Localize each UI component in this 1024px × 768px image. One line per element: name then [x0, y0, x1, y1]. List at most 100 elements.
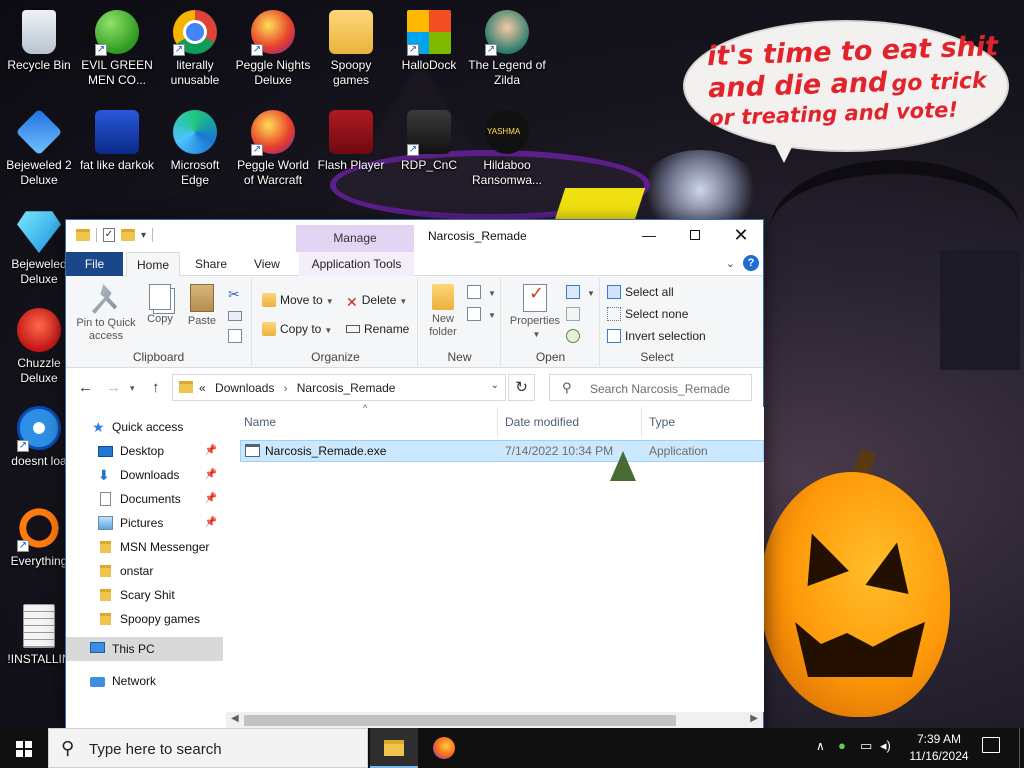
volume-icon[interactable]: ◂)	[880, 738, 891, 754]
horizontal-scrollbar[interactable]: ◀ ▶	[226, 712, 763, 729]
desktop-icon-label: literally unusable	[170, 58, 220, 87]
nav-item-pictures[interactable]: Pictures 📌	[66, 511, 223, 535]
scroll-right-icon[interactable]: ▶	[750, 713, 758, 724]
desktop-icon-rdp-cnc[interactable]: ↗ RDP_CnC	[390, 104, 468, 173]
tab-home[interactable]: Home	[126, 252, 181, 277]
maximize-button[interactable]	[672, 220, 718, 252]
rename-button[interactable]: Rename	[346, 319, 409, 339]
desktop-icon-bejeweled-2[interactable]: Bejeweled 2 Deluxe	[0, 104, 78, 188]
open-button[interactable]: ▼	[566, 282, 595, 302]
taskbar-search-input[interactable]: Type here to search	[89, 741, 222, 758]
breadcrumb-downloads[interactable]: Downloads	[215, 381, 274, 395]
customize-toolbar-icon[interactable]: ▾	[141, 230, 146, 241]
copy-button[interactable]: Copy	[142, 284, 178, 326]
nav-item-quick-access[interactable]: ★ Quick access	[66, 415, 223, 439]
pin-to-quick-access-button[interactable]: Pin to Quick access	[72, 284, 140, 343]
breadcrumb-overflow[interactable]: «	[199, 381, 206, 395]
desktop-icon-legend-of-zilda[interactable]: ↗ The Legend of Zilda	[468, 4, 546, 88]
desktop-icon-spoopy-games[interactable]: Spoopy games	[312, 4, 390, 88]
tab-share[interactable]: Share	[185, 252, 237, 276]
properties-quick-icon[interactable]: ✓	[103, 228, 115, 242]
cut-button[interactable]: ✂	[228, 282, 246, 302]
move-to-button[interactable]: Move to ▼	[262, 290, 334, 310]
help-icon[interactable]: ?	[743, 255, 759, 271]
close-button[interactable]: ✕	[718, 220, 764, 252]
title-bar[interactable]: ✓ ▾ Manage Narcosis_Remade — ✕	[66, 220, 763, 252]
delete-button[interactable]: ✕ Delete ▼	[346, 290, 407, 310]
history-button[interactable]	[566, 326, 584, 346]
desktop-icon-hallodock[interactable]: ↗ HalloDock	[390, 4, 468, 73]
column-header-type[interactable]: Type	[642, 407, 764, 437]
desktop-icon-chrome[interactable]: ↗ literally unusable	[156, 4, 234, 88]
taskbar-firefox[interactable]	[420, 728, 468, 768]
properties-button[interactable]: Properties ▼	[506, 284, 564, 341]
nav-item-downloads[interactable]: ⬇ Downloads 📌	[66, 463, 223, 487]
nav-item-spoopy-games[interactable]: Spoopy games	[66, 607, 223, 631]
copy-path-button[interactable]	[228, 304, 246, 324]
new-folder-button[interactable]: New folder	[423, 284, 463, 339]
paste-shortcut-button[interactable]	[228, 326, 246, 346]
table-row[interactable]: Narcosis_Remade.exe 7/14/2022 10:34 PM A…	[240, 440, 764, 462]
search-input[interactable]: Search Narcosis_Remade	[590, 382, 730, 396]
invert-selection-button[interactable]: Invert selection	[607, 326, 706, 346]
search-box[interactable]: ⚲ Search Narcosis_Remade	[549, 374, 752, 401]
breadcrumb-narcosis-remade[interactable]: Narcosis_Remade	[297, 381, 396, 395]
nav-item-onstar[interactable]: onstar	[66, 559, 223, 583]
ribbon: Pin to Quick access Copy Paste ✂ Clipboa…	[66, 276, 763, 368]
nav-item-msn-messenger[interactable]: MSN Messenger	[66, 535, 223, 559]
refresh-button[interactable]: ↻	[508, 374, 535, 401]
copy-to-button[interactable]: Copy to ▼	[262, 319, 332, 339]
notifications-icon[interactable]	[982, 737, 1000, 753]
recent-locations-icon[interactable]: ▾	[130, 383, 135, 394]
desktop-icon-hildaboo[interactable]: YASHMA Hildaboo Ransomwa...	[468, 104, 546, 188]
select-all-button[interactable]: Select all	[607, 282, 674, 302]
tab-file[interactable]: File	[66, 252, 123, 276]
desktop-icon-peggle-wow[interactable]: ↗ Peggle World of Warcraft	[234, 104, 312, 188]
properties-label: Properties	[509, 315, 561, 327]
address-dropdown-icon[interactable]: ⌄	[491, 380, 499, 391]
nav-item-documents[interactable]: Documents 📌	[66, 487, 223, 511]
scrollbar-thumb[interactable]	[244, 715, 676, 726]
paste-button[interactable]: Paste	[184, 284, 220, 328]
chevron-down-icon: ▼	[324, 326, 333, 335]
taskbar-file-explorer[interactable]	[370, 728, 418, 768]
tab-manage[interactable]: Manage	[296, 225, 414, 252]
new-folder-quick-icon[interactable]	[121, 229, 135, 241]
start-button[interactable]	[0, 728, 48, 768]
edit-button[interactable]	[566, 304, 584, 324]
desktop-icon-peggle-nights[interactable]: ↗ Peggle Nights Deluxe	[234, 4, 312, 88]
back-arrow-icon[interactable]: ←	[78, 379, 93, 396]
column-header-name[interactable]: Name	[236, 407, 498, 437]
select-none-button[interactable]: Select none	[607, 304, 688, 324]
desktop-icon-fat-like-darkok[interactable]: fat like darkok	[78, 104, 156, 173]
nav-item-scary-shit[interactable]: Scary Shit	[66, 583, 223, 607]
peggle-wow-icon: ↗	[251, 110, 295, 156]
desktop-icon-edge[interactable]: Microsoft Edge	[156, 104, 234, 188]
new-item-button[interactable]: ▼	[467, 282, 496, 302]
paste-shortcut-icon	[228, 329, 242, 343]
user-status-icon[interactable]: ●	[838, 738, 846, 753]
address-bar[interactable]: « Downloads › Narcosis_Remade ⌄	[172, 374, 506, 401]
desktop-icon-flash-player[interactable]: Flash Player	[312, 104, 390, 173]
scroll-left-icon[interactable]: ◀	[231, 713, 239, 724]
easy-access-button[interactable]: ▼	[467, 304, 496, 324]
tab-view[interactable]: View	[244, 252, 290, 276]
nav-item-this-pc[interactable]: This PC	[66, 637, 223, 661]
tab-application-tools[interactable]: Application Tools	[299, 252, 414, 276]
up-arrow-icon[interactable]: ↑	[152, 379, 160, 396]
properties-icon	[523, 284, 547, 312]
collapse-ribbon-icon[interactable]: ⌄	[726, 257, 735, 270]
forward-arrow-icon[interactable]: →	[106, 379, 121, 396]
minimize-button[interactable]: —	[626, 220, 672, 252]
breadcrumb-chevron-icon[interactable]: ›	[284, 383, 288, 395]
nav-item-desktop[interactable]: Desktop 📌	[66, 439, 223, 463]
desktop-icon-msn[interactable]: ↗ EVIL GREEN MEN CO...	[78, 4, 156, 88]
desktop-icon-recycle-bin[interactable]: Recycle Bin	[0, 4, 78, 73]
clock[interactable]: 7:39 AM 11/16/2024	[900, 731, 978, 765]
taskbar-search[interactable]: ⚲ Type here to search	[48, 728, 368, 768]
nav-item-network[interactable]: Network	[66, 669, 223, 693]
network-icon[interactable]: ▭	[860, 738, 872, 754]
show-desktop-button[interactable]	[1019, 728, 1024, 768]
column-header-date-modified[interactable]: Date modified	[498, 407, 642, 437]
show-hidden-icons-icon[interactable]: ∧	[816, 739, 825, 753]
